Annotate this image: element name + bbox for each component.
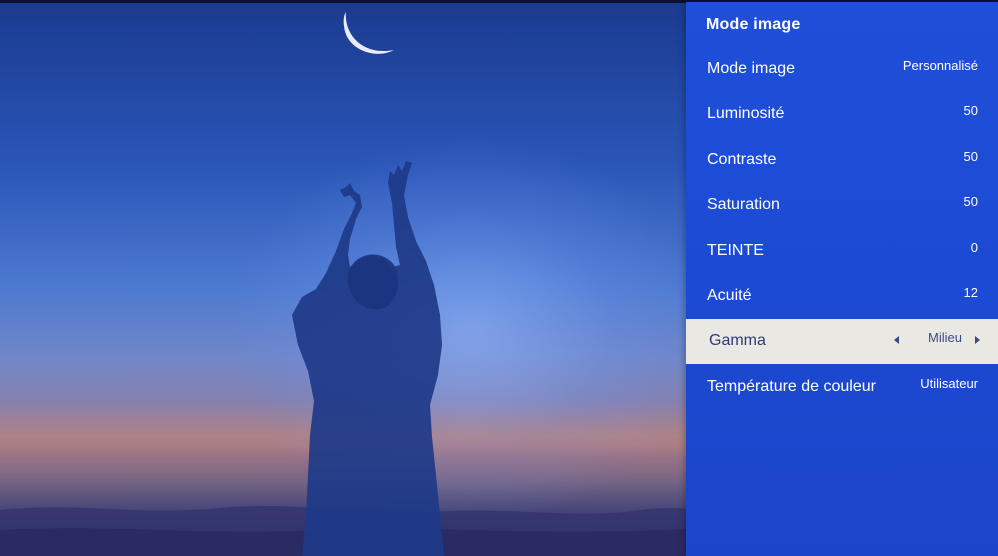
menu-item-color-temperature[interactable]: Température de couleur Utilisateur	[686, 365, 998, 410]
menu-item-contrast[interactable]: Contraste 50	[686, 138, 998, 183]
menu-item-brightness[interactable]: Luminosité 50	[686, 92, 998, 137]
menu-item-label: Gamma	[709, 332, 766, 349]
menu-item-saturation[interactable]: Saturation 50	[686, 183, 998, 228]
menu-item-label: Luminosité	[707, 105, 785, 122]
menu-item-value: 50	[963, 149, 978, 164]
menu-item-label: Acuité	[707, 287, 752, 304]
menu-item-label: Température de couleur	[707, 378, 876, 395]
menu-item-value: 12	[963, 285, 978, 300]
menu-item-label: Saturation	[707, 196, 780, 213]
menu-item-value: Utilisateur	[920, 376, 978, 391]
menu-item-value: 50	[963, 194, 978, 209]
person-silhouette	[292, 161, 444, 556]
menu-item-label: TEINTE	[707, 242, 764, 259]
menu-item-value: Milieu	[928, 330, 962, 345]
picture-settings-panel: Mode image Mode image Personnalisé Lumin…	[686, 2, 998, 556]
menu-item-value: 50	[963, 103, 978, 118]
arrow-right-icon[interactable]	[975, 336, 980, 344]
panel-title: Mode image	[706, 16, 801, 33]
menu-item-gamma[interactable]: Gamma Milieu	[686, 319, 998, 364]
tv-screen: Mode image Mode image Personnalisé Lumin…	[0, 0, 998, 556]
menu-item-tint[interactable]: TEINTE 0	[686, 229, 998, 274]
menu-item-label: Mode image	[707, 60, 796, 77]
crescent-moon-icon	[343, 12, 394, 54]
menu-item-value: 0	[970, 240, 978, 255]
menu-item-sharpness[interactable]: Acuité 12	[686, 274, 998, 319]
arrow-left-icon[interactable]	[894, 336, 899, 344]
menu-item-label: Contraste	[707, 151, 777, 168]
menu-item-value: Personnalisé	[902, 58, 978, 73]
menu-item-picture-mode[interactable]: Mode image Personnalisé	[686, 47, 998, 92]
